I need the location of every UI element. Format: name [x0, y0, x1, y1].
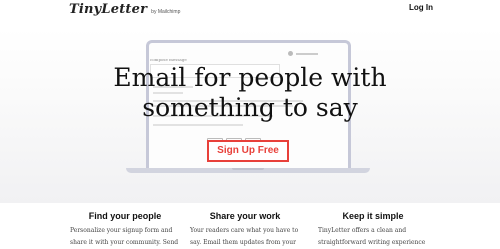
sign-up-free-button[interactable]: Sign Up Free [207, 140, 289, 162]
feature-text-line: Your readers care what you have to [190, 227, 299, 234]
screen-compose-title: compose message [150, 57, 187, 62]
laptop-notch-illustration [232, 168, 264, 170]
feature-text-line: Personalize your signup form and [70, 227, 173, 234]
feature-text-line: TinyLetter offers a clean and [318, 227, 407, 234]
screen-user-chip [288, 51, 318, 56]
feature-heading: Share your work [209, 211, 281, 221]
feature-text-line: share it with your community. Send [70, 239, 179, 246]
screen-avatar-icon [288, 51, 293, 56]
screen-user-bar [296, 52, 318, 55]
logo-byline: by Mailchimp [151, 9, 181, 15]
feature-share-your-work: Share your work Your readers care what y… [190, 211, 300, 249]
feature-keep-it-simple: Keep it simple TinyLetter offers a clean… [318, 211, 428, 249]
logo-wordmark: TinyLetter [69, 2, 148, 17]
feature-text-line: say. Email them updates from your [190, 239, 296, 246]
headline-line-1: Email for people with [113, 63, 387, 92]
headline-line-2: something to say [142, 93, 358, 122]
feature-heading: Find your people [88, 211, 162, 221]
feature-text-line: straightforward writing experience [318, 239, 426, 246]
screen-line [153, 124, 243, 126]
hero-headline: Email for people with something to say [0, 63, 500, 123]
logo[interactable]: TinyLetter by Mailchimp [69, 2, 180, 17]
feature-find-your-people: Find your people Personalize your signup… [70, 211, 180, 249]
login-link[interactable]: Log In [409, 3, 433, 12]
feature-heading: Keep it simple [342, 211, 404, 221]
